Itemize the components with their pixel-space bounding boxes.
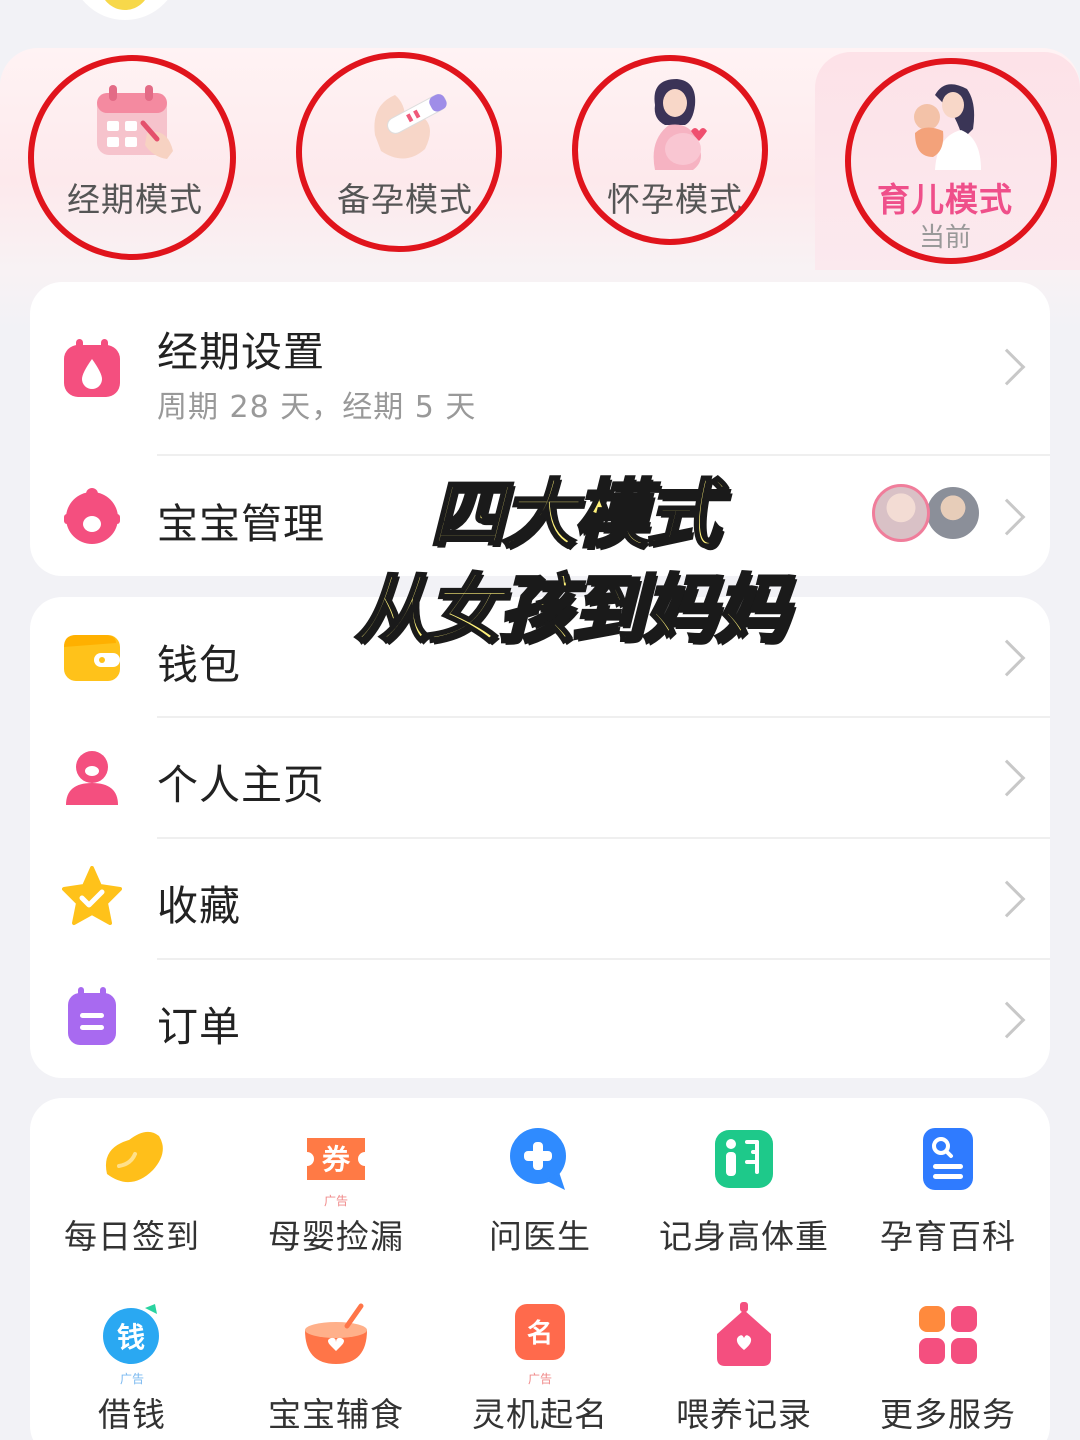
mode-parenting[interactable]: 育儿模式 当前 (840, 55, 1050, 255)
service-label: 宝宝辅食 (268, 1395, 404, 1434)
period-settings-summary: 周期 28 天，经期 5 天 (157, 390, 477, 425)
ad-badge: 广告 (323, 1194, 348, 1208)
bean-icon (105, 1131, 163, 1183)
service-label: 问医生 (489, 1217, 591, 1256)
pregnancy-test-illustration (374, 94, 447, 159)
baby-food-icon (305, 1303, 367, 1364)
mode-pregnancy[interactable]: 怀孕模式 (570, 55, 780, 255)
user-avatar[interactable] (70, 0, 180, 20)
feeding-house-icon (717, 1302, 771, 1366)
baby-avatar (924, 484, 982, 542)
chevron-right-icon (988, 880, 1026, 918)
mother-baby-illustration (914, 84, 981, 170)
service-label: 孕育百科 (880, 1217, 1016, 1256)
baby-face-icon (64, 488, 120, 544)
svg-text:钱: 钱 (117, 1321, 145, 1354)
orders-row[interactable]: 订单 (30, 959, 1050, 1078)
coupon-icon: 券 (307, 1138, 365, 1180)
profile-row[interactable]: 个人主页 (30, 717, 1050, 837)
overlay-caption-line2: 从女孩到妈妈 (354, 566, 791, 655)
service-baby-food[interactable]: 宝宝辅食 (236, 1300, 436, 1434)
overlay-caption-line1: 四大模式 (429, 471, 722, 560)
baby-management-title: 宝宝管理 (157, 500, 325, 548)
mode-label: 育儿模式 (877, 180, 1013, 219)
menu-card: 钱包 个人主页 收藏 订单 (30, 597, 1050, 1078)
order-icon (68, 987, 116, 1045)
service-naming[interactable]: 名 广告 灵机起名 (440, 1300, 640, 1434)
orders-label: 订单 (157, 1003, 241, 1051)
calendar-illustration (97, 85, 173, 159)
chevron-right-icon (988, 1001, 1026, 1039)
mode-trying-to-conceive[interactable]: 备孕模式 (300, 55, 510, 255)
chevron-right-icon (988, 759, 1026, 797)
mode-label: 备孕模式 (337, 180, 473, 219)
chevron-right-icon (988, 348, 1026, 386)
profile-label: 个人主页 (157, 761, 325, 809)
service-label: 灵机起名 (472, 1395, 608, 1434)
current-mode-badge: 当前 (918, 223, 971, 253)
doctor-chat-icon (510, 1128, 566, 1190)
pregnant-woman-illustration (653, 79, 707, 170)
services-card: 每日签到 券 广告 母婴捡漏 问医生 记身高体重 孕育百科 钱 广告 借钱 宝宝… (30, 1098, 1050, 1440)
mode-label: 怀孕模式 (607, 180, 743, 219)
encyclopedia-icon (923, 1128, 973, 1190)
favorites-row[interactable]: 收藏 (30, 838, 1050, 958)
service-daily-checkin[interactable]: 每日签到 (32, 1124, 232, 1256)
mode-label: 经期模式 (67, 180, 203, 219)
service-deals[interactable]: 券 广告 母婴捡漏 (236, 1124, 436, 1256)
height-weight-icon (715, 1130, 773, 1188)
chevron-right-icon (988, 639, 1026, 677)
mode-period[interactable]: 经期模式 (30, 55, 240, 255)
calendar-drop-icon (64, 339, 120, 397)
baby-avatar (872, 484, 930, 542)
service-label: 记身高体重 (659, 1217, 829, 1256)
service-label: 喂养记录 (676, 1395, 812, 1434)
ad-badge: 广告 (119, 1372, 144, 1386)
service-label: 母婴捡漏 (268, 1217, 404, 1256)
more-grid-icon (919, 1306, 977, 1364)
service-ask-doctor[interactable]: 问医生 (440, 1124, 640, 1256)
favorites-label: 收藏 (157, 882, 241, 930)
service-label: 借钱 (98, 1395, 166, 1434)
baby-avatars (872, 484, 982, 544)
wallet-icon (64, 635, 120, 681)
service-feeding-log[interactable]: 喂养记录 (644, 1300, 844, 1434)
service-label: 更多服务 (880, 1395, 1016, 1434)
svg-text:名: 名 (527, 1318, 553, 1349)
person-icon (66, 751, 118, 805)
money-icon: 钱 (103, 1304, 159, 1364)
period-settings-title: 经期设置 (157, 328, 325, 376)
service-height-weight[interactable]: 记身高体重 (644, 1124, 844, 1256)
naming-icon: 名 (515, 1304, 565, 1360)
ad-badge: 广告 (527, 1372, 552, 1386)
chevron-right-icon (988, 498, 1026, 536)
service-encyclopedia[interactable]: 孕育百科 (848, 1124, 1048, 1256)
service-more[interactable]: 更多服务 (848, 1300, 1048, 1434)
star-icon (62, 866, 122, 925)
service-borrow[interactable]: 钱 广告 借钱 (32, 1300, 232, 1434)
svg-text:券: 券 (322, 1143, 351, 1176)
wallet-label: 钱包 (157, 641, 241, 689)
period-settings-row[interactable]: 经期设置 周期 28 天，经期 5 天 (30, 282, 1050, 454)
service-label: 每日签到 (64, 1217, 200, 1256)
